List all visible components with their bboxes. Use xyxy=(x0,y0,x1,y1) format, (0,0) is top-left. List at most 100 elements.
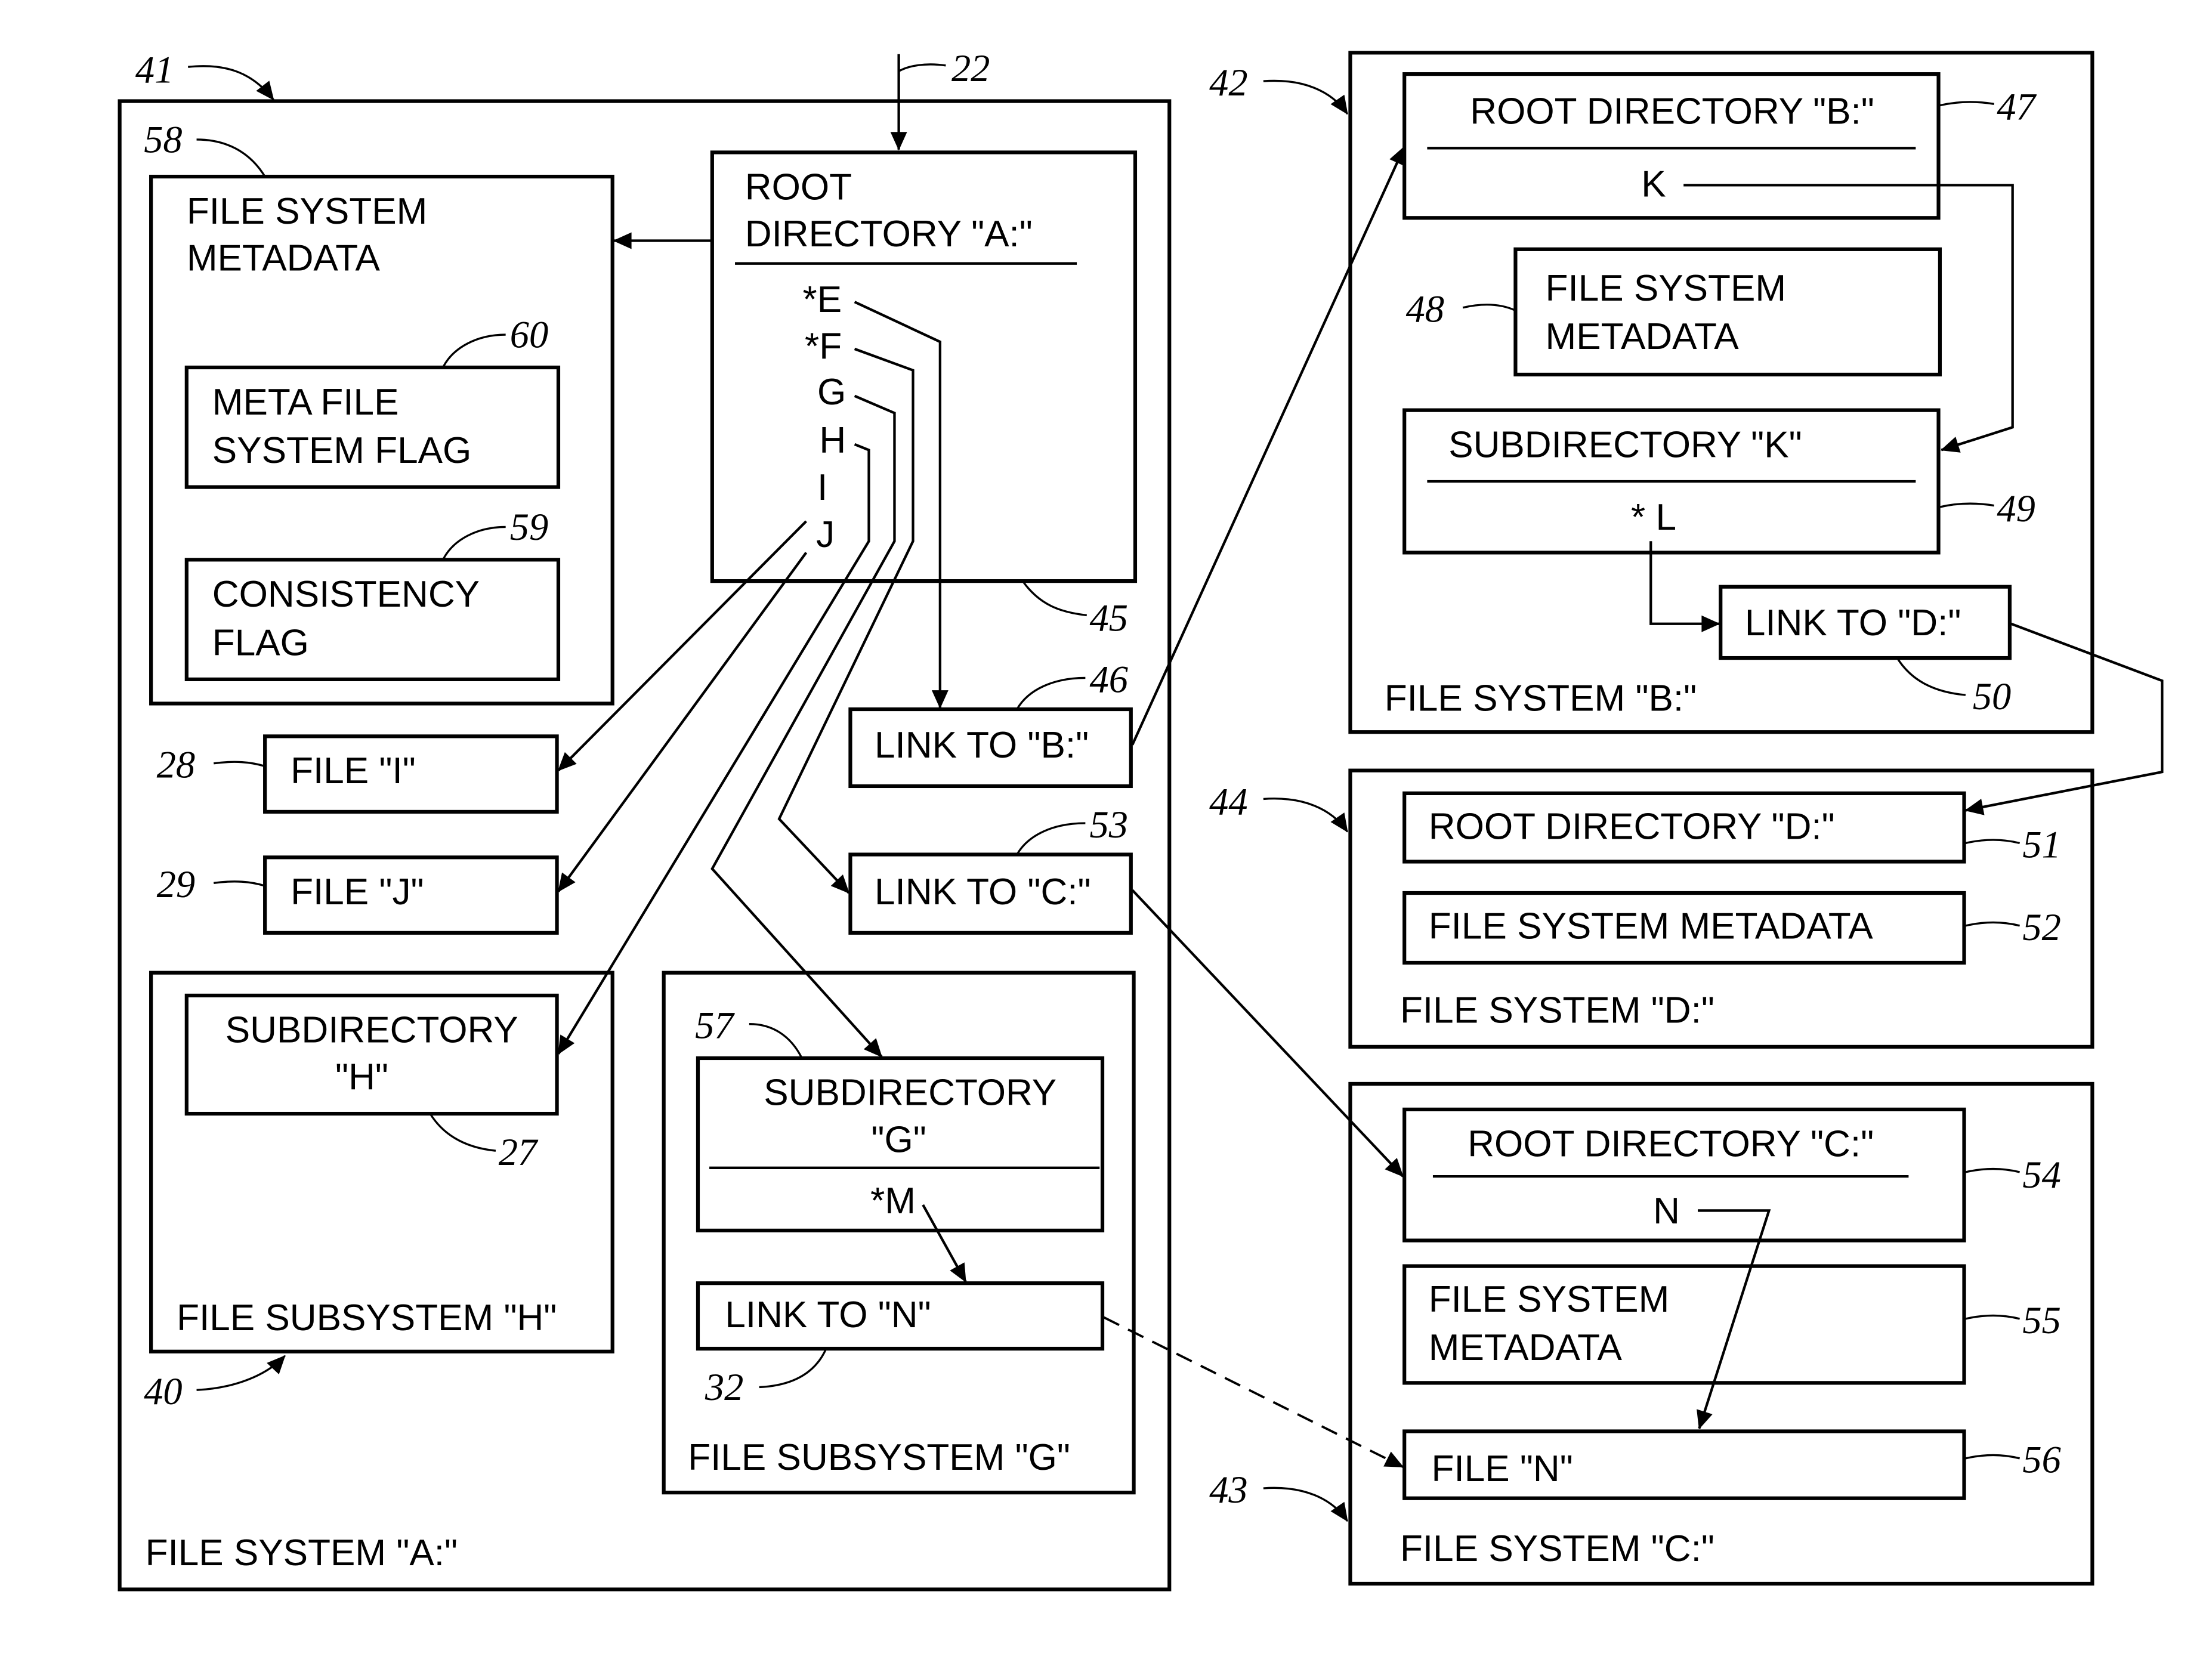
ref-56-leader xyxy=(1965,1454,2021,1460)
entry-m: *M xyxy=(870,1180,916,1222)
ref-55-leader xyxy=(1965,1314,2021,1320)
ref-54-leader xyxy=(1965,1167,2021,1173)
ref-41-leader xyxy=(188,65,274,101)
link-to-n-label: LINK TO "N" xyxy=(725,1294,931,1336)
link-c-to-root-c-arrow xyxy=(1131,889,1404,1177)
ref-54: 54 xyxy=(2022,1154,2060,1196)
ref-53-leader xyxy=(1016,822,1086,855)
ref-45-leader xyxy=(1021,580,1087,617)
file-system-b: FILE SYSTEM "B:" 42 ROOT DIRECTORY "B:" … xyxy=(1209,51,2094,734)
ref-42-leader xyxy=(1263,79,1349,115)
ref-56: 56 xyxy=(2022,1439,2060,1481)
ref-53: 53 xyxy=(1090,803,1128,846)
ref-51: 51 xyxy=(2022,823,2060,866)
entry-g: G xyxy=(817,372,846,413)
ref-50: 50 xyxy=(1973,675,2011,718)
ref-45: 45 xyxy=(1090,597,1128,639)
file-subsystem-g-label: FILE SUBSYSTEM "G" xyxy=(688,1437,1070,1478)
root-directory-a: ROOT DIRECTORY "A:" *E *F G H I J 45 xyxy=(710,150,1138,639)
metadata-b-line2: METADATA xyxy=(1546,316,1740,357)
file-system-a-metadata: FILE SYSTEM METADATA 58 META FILE SYSTEM… xyxy=(144,118,614,706)
entry-k: K xyxy=(1641,163,1666,205)
ref-47-leader xyxy=(1939,101,1994,107)
ref-42: 42 xyxy=(1209,61,1247,104)
ref-28-leader xyxy=(213,761,265,768)
entry-h: H xyxy=(819,420,846,461)
ref-32: 32 xyxy=(705,1366,743,1408)
file-i-label: FILE "I" xyxy=(291,750,416,792)
ref-27-leader xyxy=(429,1113,496,1152)
ref-44: 44 xyxy=(1209,781,1247,823)
ref-59: 59 xyxy=(510,506,548,548)
file-j-label: FILE "J" xyxy=(291,871,424,913)
ref-52-leader xyxy=(1965,921,2021,927)
file-subsystem-g-frame xyxy=(662,971,1136,1495)
ref-22: 22 xyxy=(951,47,990,89)
root-directory-c-label: ROOT DIRECTORY "C:" xyxy=(1468,1124,1874,1165)
metadata-title-line2: METADATA xyxy=(187,238,381,279)
ref-22-leader xyxy=(898,63,946,72)
root-directory-a-line1: ROOT xyxy=(745,166,852,208)
ref-55: 55 xyxy=(2022,1299,2060,1342)
file-system-a-label: FILE SYSTEM "A:" xyxy=(146,1532,458,1574)
ref-46: 46 xyxy=(1090,658,1128,700)
subdirectory-k-label: SUBDIRECTORY "K" xyxy=(1448,424,1802,465)
consistency-flag-line1: CONSISTENCY xyxy=(212,574,480,615)
ref-27: 27 xyxy=(499,1131,539,1173)
subdirectory-g-line2: "G" xyxy=(871,1120,926,1161)
file-i: FILE "I" 28 xyxy=(157,734,559,814)
ref-49: 49 xyxy=(1997,487,2035,530)
root-directory-d-label: ROOT DIRECTORY "D:" xyxy=(1429,806,1835,847)
ref-58: 58 xyxy=(144,118,182,160)
ref-47: 47 xyxy=(1997,86,2037,128)
ref-40: 40 xyxy=(144,1370,182,1413)
consistency-flag-line2: FLAG xyxy=(212,622,309,663)
metadata-title-line1: FILE SYSTEM xyxy=(187,191,428,232)
file-subsystem-g: FILE SUBSYSTEM "G" SUBDIRECTORY "G" *M 5… xyxy=(662,971,1136,1495)
link-to-c: LINK TO "C:" 53 xyxy=(848,803,1133,935)
ref-29: 29 xyxy=(157,863,195,905)
file-system-d-label: FILE SYSTEM "D:" xyxy=(1400,990,1714,1031)
meta-flag-line1: META FILE xyxy=(212,382,399,423)
entry-f: *F xyxy=(805,326,842,367)
link-b-to-root-b-arrow xyxy=(1131,146,1406,746)
entry-i: I xyxy=(817,467,827,508)
ref-28: 28 xyxy=(157,744,195,786)
ref-60: 60 xyxy=(510,314,548,356)
file-subsystem-h-label: FILE SUBSYSTEM "H" xyxy=(177,1297,557,1339)
metadata-d-label: FILE SYSTEM METADATA xyxy=(1429,905,1873,947)
file-system-a: FILE SYSTEM "A:" 41 22 FILE SYSTEM METAD… xyxy=(118,47,1172,1591)
metadata-b-line1: FILE SYSTEM xyxy=(1546,268,1787,309)
entry-l: * L xyxy=(1631,497,1676,538)
link-to-c-label: LINK TO "C:" xyxy=(875,871,1091,913)
metadata-c-line1: FILE SYSTEM xyxy=(1429,1279,1670,1320)
ref-50-leader xyxy=(1896,657,1966,696)
file-j: FILE "J" 29 xyxy=(157,855,559,935)
ref-51-leader xyxy=(1965,839,2021,845)
link-to-b: LINK TO "B:" 46 xyxy=(848,658,1133,789)
file-system-c-label: FILE SYSTEM "C:" xyxy=(1400,1528,1714,1569)
subdirectory-h-line2: "H" xyxy=(335,1056,388,1098)
ref-48-leader xyxy=(1462,304,1516,312)
file-system-diagram: FILE SYSTEM "A:" 41 22 FILE SYSTEM METAD… xyxy=(118,47,2164,1591)
metadata-c-line2: METADATA xyxy=(1429,1327,1623,1368)
ref-58-leader xyxy=(196,138,266,177)
ref-49-leader xyxy=(1939,502,1994,508)
root-directory-a-line2: DIRECTORY "A:" xyxy=(745,214,1033,255)
entry-j: J xyxy=(816,514,835,555)
subdirectory-h-line1: SUBDIRECTORY xyxy=(225,1010,518,1051)
link-to-b-label: LINK TO "B:" xyxy=(875,725,1089,766)
ref-29-leader xyxy=(213,880,265,887)
ref-44-leader xyxy=(1263,798,1349,833)
ref-40-leader xyxy=(196,1355,286,1391)
entry-e: *E xyxy=(803,279,842,320)
entry-n: N xyxy=(1653,1191,1680,1232)
link-n-to-file-n-dashed-arrow xyxy=(1103,1316,1404,1468)
subdirectory-g-line1: SUBDIRECTORY xyxy=(764,1073,1056,1114)
file-subsystem-h: FILE SUBSYSTEM "H" SUBDIRECTORY "H" 27 4… xyxy=(144,971,614,1413)
meta-flag-line2: SYSTEM FLAG xyxy=(212,430,472,471)
ref-46-leader xyxy=(1016,676,1086,710)
ref-43-leader xyxy=(1263,1486,1349,1522)
file-n-label: FILE "N" xyxy=(1432,1448,1573,1489)
root-directory-b-label: ROOT DIRECTORY "B:" xyxy=(1470,91,1874,132)
